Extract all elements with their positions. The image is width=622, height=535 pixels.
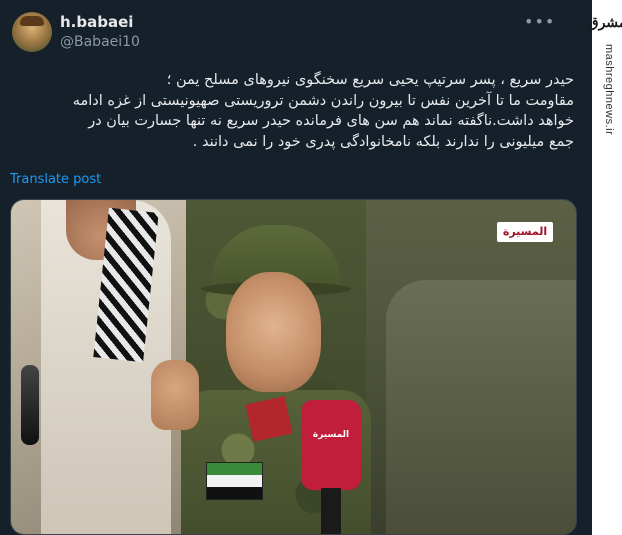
microphone [301,400,361,490]
microphone-label: المسيرة [312,430,350,440]
flag-patch [206,462,263,500]
tweet-text-line: مقاومت ما تا آخرین نفس تا بیرون راندن دش… [72,92,574,109]
channel-logo: المسيرة [497,222,553,242]
right-person [386,280,576,534]
tweet-text-line: حیدر سریع ، پسر سرتیپ یحیی سریع سخنگوی ن… [166,72,574,88]
tweet-video-media[interactable]: المسيرة المسيرة [10,199,577,535]
avatar[interactable] [12,12,52,52]
watermark-strip: مشرق mashreghnews.ir [587,0,622,535]
tweet-card: h.babaei @Babaei10 ••• حیدر سریع ، پسر س… [0,0,592,535]
mashregh-logo-icon: مشرق [587,15,622,31]
user-handle[interactable]: @Babaei10 [60,34,140,50]
uniform-collar [245,396,293,442]
tweet-text-line: جمع میلیونی را ندارند بلکه نامخانوادگی پ… [192,133,574,150]
display-name[interactable]: h.babaei [60,13,133,31]
dagger [21,365,39,445]
tweet-text: حیدر سریع ، پسر سرتیپ یحیی سریع سخنگوی ن… [10,70,574,152]
child-face [226,272,321,392]
translate-post-link[interactable]: Translate post [10,172,101,187]
watermark-site-text: mashreghnews.ir [603,44,615,136]
more-options-icon[interactable]: ••• [524,12,554,32]
tweet-text-line: خواهد داشت.ناگفته نماند هم سن های فرماند… [88,113,574,129]
microphone-stem [321,488,341,534]
raised-hand [151,360,199,430]
